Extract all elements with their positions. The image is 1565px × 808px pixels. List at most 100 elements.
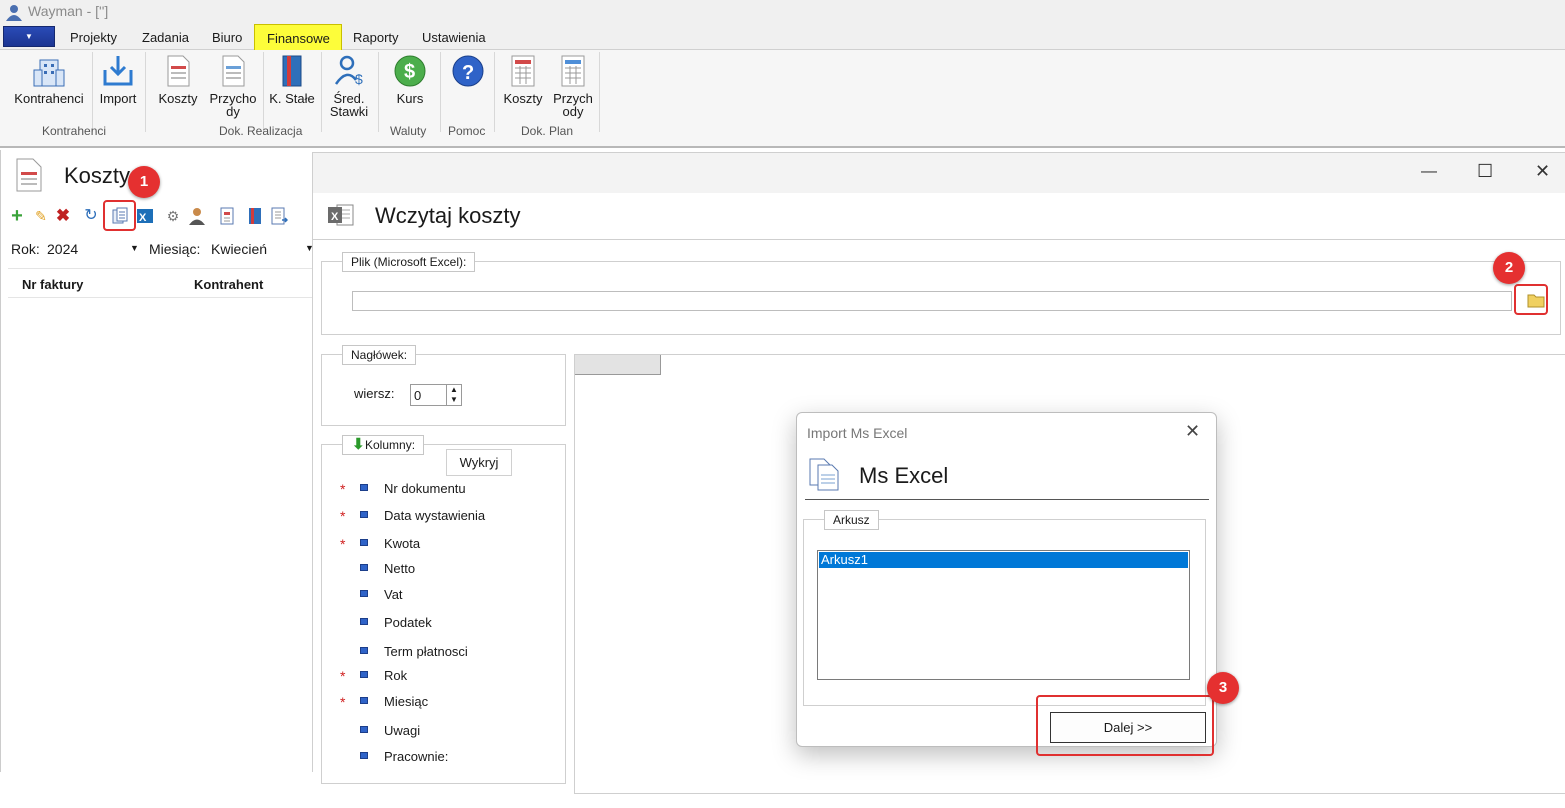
title-bar: Wayman - [''] <box>0 0 1565 24</box>
column-label: Nr dokumentu <box>384 481 466 496</box>
kurs-label: Kurs <box>396 91 424 106</box>
dollar-coin-icon: $ <box>394 55 426 87</box>
heading-divider <box>313 239 1565 240</box>
export-icon[interactable] <box>270 207 288 225</box>
user-icon[interactable] <box>188 206 206 226</box>
settings-icon[interactable]: ⚙ <box>164 207 182 225</box>
koszty-button[interactable]: Koszty <box>156 50 200 105</box>
import-icon <box>103 56 133 86</box>
header-group: Nagłówek: wiersz: 0 ▲ ▼ <box>321 345 566 426</box>
miesiac-select[interactable]: Kwiecień <box>211 241 267 257</box>
ribbon-separator <box>92 52 93 132</box>
menu-raporty[interactable]: Raporty <box>353 30 399 45</box>
refresh-icon[interactable]: ↻ <box>82 207 100 225</box>
sred-label-2: Stawki <box>329 104 369 119</box>
cost-sheet-icon <box>511 55 535 87</box>
column-row[interactable]: Vat <box>340 587 560 605</box>
stepper-up-icon[interactable]: ▲ <box>446 385 461 395</box>
column-row[interactable]: Netto <box>340 561 560 579</box>
ribbon-separator <box>263 52 264 132</box>
wiersz-stepper[interactable]: 0 ▲ ▼ <box>410 384 462 406</box>
wiersz-value: 0 <box>414 388 422 403</box>
wiersz-label: wiersz: <box>354 386 395 401</box>
file-path-input[interactable] <box>352 291 1512 311</box>
excel-icon[interactable]: X <box>136 207 154 225</box>
window-heading: Wczytaj koszty <box>375 203 521 228</box>
highlight-folder-button <box>1514 284 1548 315</box>
sheet-item-selected[interactable]: Arkusz1 <box>819 552 1188 568</box>
column-square-icon <box>360 671 368 678</box>
column-nr-faktury[interactable]: Nr faktury <box>22 277 83 292</box>
kurs-button[interactable]: $ Kurs <box>392 50 428 105</box>
group-waluty: Waluty <box>390 124 427 138</box>
column-row[interactable]: Podatek <box>340 615 560 633</box>
column-row[interactable]: * Miesiąc <box>340 694 560 712</box>
column-label: Uwagi <box>384 723 421 738</box>
delete-icon[interactable]: ✖ <box>54 207 72 225</box>
maximize-icon[interactable]: ☐ <box>1477 161 1493 182</box>
column-row[interactable]: Uwagi <box>340 723 560 741</box>
column-kontrahent[interactable]: Kontrahent <box>194 277 263 292</box>
svg-text:$: $ <box>404 61 415 83</box>
column-square-icon <box>360 484 368 491</box>
required-marker: * <box>340 694 346 710</box>
menu-ustawienia[interactable]: Ustawienia <box>422 30 486 45</box>
file-group: Plik (Microsoft Excel): <box>321 252 1561 335</box>
menu-bar: ▼ Projekty Zadania Biuro Finansowe Rapor… <box>0 24 1565 50</box>
group-kontrahenci: Kontrahenci <box>42 124 107 138</box>
excel-document-icon <box>809 458 839 491</box>
minimize-icon[interactable]: — <box>1421 163 1437 181</box>
sheet-list[interactable]: Arkusz1 <box>817 550 1190 680</box>
import-button[interactable]: Import <box>96 50 140 105</box>
column-row[interactable]: Pracownie: <box>340 749 560 767</box>
column-label: Miesiąc <box>384 694 429 709</box>
import-label: Import <box>99 91 137 106</box>
app-menu-button[interactable]: ▼ <box>3 26 55 47</box>
sred-stawki-button[interactable]: $ Śred. Stawki <box>326 50 372 118</box>
help-button[interactable]: ? <box>449 50 487 92</box>
rok-dropdown-icon[interactable]: ▼ <box>130 243 139 253</box>
plan-koszty-button[interactable]: Koszty <box>500 50 546 105</box>
rok-label: Rok: <box>11 241 40 257</box>
book-icon[interactable] <box>246 207 264 225</box>
edit-icon[interactable]: ✎ <box>32 207 50 225</box>
column-row[interactable]: * Data wystawienia <box>340 508 560 526</box>
report-icon[interactable] <box>218 207 236 225</box>
menu-biuro[interactable]: Biuro <box>212 30 242 45</box>
menu-zadania[interactable]: Zadania <box>142 30 189 45</box>
column-label: Data wystawienia <box>384 508 486 523</box>
column-row[interactable]: Term płatnosci <box>340 644 560 662</box>
column-square-icon <box>360 539 368 546</box>
kontrahenci-label: Kontrahenci <box>14 91 84 106</box>
close-icon[interactable]: ✕ <box>1535 161 1550 182</box>
dialog-close-icon[interactable]: ✕ <box>1185 421 1200 442</box>
callout-2: 2 <box>1493 252 1525 284</box>
rok-select[interactable]: 2024 <box>47 241 78 257</box>
wykryj-button[interactable]: Wykryj <box>446 449 512 476</box>
required-marker: * <box>340 481 346 497</box>
plan-przychody-button[interactable]: Przych ody <box>550 50 596 118</box>
miesiac-label: Miesiąc: <box>149 241 201 257</box>
column-label: Podatek <box>384 615 432 630</box>
menu-projekty[interactable]: Projekty <box>70 30 117 45</box>
przychody-button[interactable]: Przycho dy <box>208 50 258 118</box>
add-icon[interactable]: + <box>8 206 26 226</box>
menu-finansowe[interactable]: Finansowe <box>254 24 342 50</box>
column-square-icon <box>360 726 368 733</box>
columns-group: Kolumny: ⬇ Wykryj * Nr dokumentu * Data wys… <box>321 435 566 784</box>
k-stale-button[interactable]: K. Stałe <box>266 50 318 105</box>
column-square-icon <box>360 564 368 571</box>
column-row[interactable]: * Nr dokumentu <box>340 481 560 499</box>
kontrahenci-button[interactable]: Kontrahenci <box>12 50 86 105</box>
column-label: Netto <box>384 561 416 576</box>
column-row[interactable]: * Kwota <box>340 536 560 554</box>
cost-document-icon <box>167 55 190 87</box>
group-dok-realizacja: Dok. Realizacja <box>219 124 303 138</box>
stepper-down-icon[interactable]: ▼ <box>446 395 461 405</box>
column-row[interactable]: * Rok <box>340 668 560 686</box>
building-icon <box>33 59 65 87</box>
arkusz-legend: Arkusz <box>824 510 879 530</box>
file-legend: Plik (Microsoft Excel): <box>342 252 476 272</box>
column-square-icon <box>360 511 368 518</box>
callout-3: 3 <box>1207 672 1239 704</box>
